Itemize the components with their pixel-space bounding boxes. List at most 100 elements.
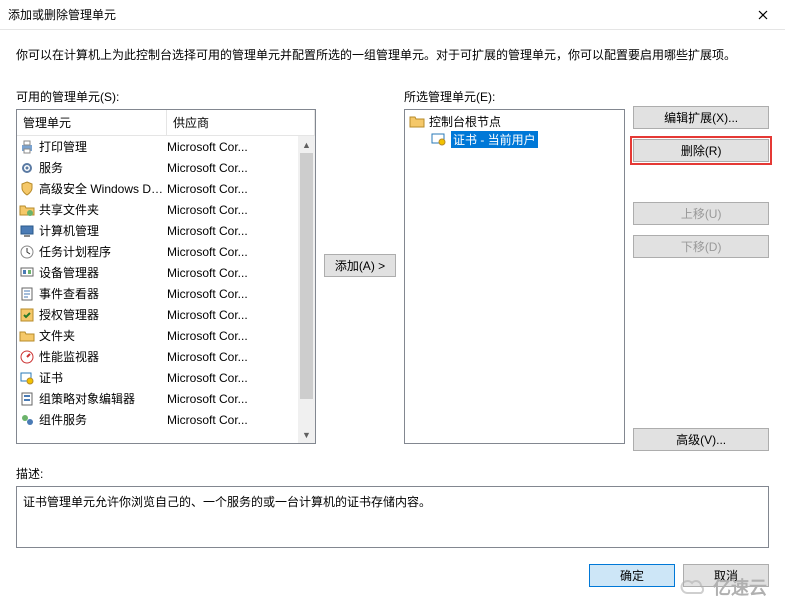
add-button-label: 添加(A) > [335,257,385,274]
advanced-label: 高级(V)... [676,431,726,448]
event-icon [19,286,35,302]
item-name: 任务计划程序 [39,243,167,260]
printer-icon [19,139,35,155]
scroll-up-icon[interactable]: ▲ [298,136,315,153]
item-vendor: Microsoft Cor... [167,308,296,322]
list-item[interactable]: 授权管理器Microsoft Cor... [17,304,298,325]
selected-label: 所选管理单元(E): [404,88,625,105]
list-item[interactable]: 组件服务Microsoft Cor... [17,409,298,430]
item-vendor: Microsoft Cor... [167,203,296,217]
edit-extensions-label: 编辑扩展(X)... [664,109,738,126]
comsvc-icon [19,412,35,428]
item-vendor: Microsoft Cor... [167,392,296,406]
list-item[interactable]: 计算机管理Microsoft Cor... [17,220,298,241]
window-title: 添加或删除管理单元 [8,6,740,23]
item-name: 授权管理器 [39,306,167,323]
tree-root[interactable]: 控制台根节点 [407,112,622,130]
scroll-down-icon[interactable]: ▼ [298,426,315,443]
item-name: 组件服务 [39,411,167,428]
list-item[interactable]: 设备管理器Microsoft Cor... [17,262,298,283]
item-vendor: Microsoft Cor... [167,350,296,364]
item-vendor: Microsoft Cor... [167,371,296,385]
item-name: 打印管理 [39,138,167,155]
list-item[interactable]: 性能监视器Microsoft Cor... [17,346,298,367]
move-up-button[interactable]: 上移(U) [633,202,769,225]
available-label: 可用的管理单元(S): [16,88,316,105]
available-list[interactable]: 管理单元 供应商 打印管理Microsoft Cor...服务Microsoft… [16,109,316,444]
cert-icon [431,131,447,147]
item-vendor: Microsoft Cor... [167,140,296,154]
description-label: 描述: [16,465,769,482]
list-item[interactable]: 事件查看器Microsoft Cor... [17,283,298,304]
clock-icon [19,244,35,260]
edit-extensions-button[interactable]: 编辑扩展(X)... [633,106,769,129]
scroll-track[interactable] [298,153,315,426]
move-down-label: 下移(D) [681,238,722,255]
list-body: 打印管理Microsoft Cor...服务Microsoft Cor...高级… [17,136,315,443]
dialog-footer: 确定 取消 [0,556,785,591]
description-box: 证书管理单元允许你浏览自己的、一个服务的或一台计算机的证书存储内容。 [16,486,769,548]
selected-snapins-group: 所选管理单元(E): 控制台根节点 证书 - 当前用户 [404,88,625,444]
close-button[interactable] [740,0,785,30]
item-name: 证书 [39,369,167,386]
device-icon [19,265,35,281]
item-vendor: Microsoft Cor... [167,182,296,196]
titlebar: 添加或删除管理单元 [0,0,785,30]
list-item[interactable]: 证书Microsoft Cor... [17,367,298,388]
remove-button[interactable]: 删除(R) [633,139,769,162]
cancel-label: 取消 [714,567,738,584]
item-name: 性能监视器 [39,348,167,365]
intro-text: 你可以在计算机上为此控制台选择可用的管理单元并配置所选的一组管理单元。对于可扩展… [16,46,769,64]
tree-item-cert[interactable]: 证书 - 当前用户 [407,130,622,148]
item-name: 高级安全 Windows De... [39,180,167,197]
computer-icon [19,223,35,239]
ok-button[interactable]: 确定 [589,564,675,587]
list-item[interactable]: 高级安全 Windows De...Microsoft Cor... [17,178,298,199]
folder-icon [19,328,35,344]
selected-tree[interactable]: 控制台根节点 证书 - 当前用户 [404,109,625,444]
perf-icon [19,349,35,365]
list-item[interactable]: 组策略对象编辑器Microsoft Cor... [17,388,298,409]
cancel-button[interactable]: 取消 [683,564,769,587]
ok-label: 确定 [620,567,644,584]
gear-icon [19,160,35,176]
item-vendor: Microsoft Cor... [167,413,296,427]
tree-item-label: 证书 - 当前用户 [451,131,538,148]
right-buttons: 编辑扩展(X)... 删除(R) 上移(U) 下移(D) 高级(V)... [633,88,769,451]
list-header: 管理单元 供应商 [17,110,315,136]
move-down-button[interactable]: 下移(D) [633,235,769,258]
advanced-button[interactable]: 高级(V)... [633,428,769,451]
list-item[interactable]: 服务Microsoft Cor... [17,157,298,178]
item-name: 文件夹 [39,327,167,344]
item-vendor: Microsoft Cor... [167,287,296,301]
available-snapins-group: 可用的管理单元(S): 管理单元 供应商 打印管理Microsoft Cor..… [16,88,316,444]
description-section: 描述: 证书管理单元允许你浏览自己的、一个服务的或一台计算机的证书存储内容。 [16,465,769,548]
tree-root-label: 控制台根节点 [429,113,501,130]
add-button[interactable]: 添加(A) > [324,254,396,277]
description-text: 证书管理单元允许你浏览自己的、一个服务的或一台计算机的证书存储内容。 [23,495,431,509]
item-vendor: Microsoft Cor... [167,161,296,175]
cert-icon [19,370,35,386]
scroll-thumb[interactable] [300,153,313,399]
item-vendor: Microsoft Cor... [167,224,296,238]
list-item[interactable]: 文件夹Microsoft Cor... [17,325,298,346]
move-up-label: 上移(U) [681,205,722,222]
item-name: 设备管理器 [39,264,167,281]
list-item[interactable]: 打印管理Microsoft Cor... [17,136,298,157]
columns-container: 可用的管理单元(S): 管理单元 供应商 打印管理Microsoft Cor..… [16,88,769,451]
item-vendor: Microsoft Cor... [167,329,296,343]
item-name: 服务 [39,159,167,176]
list-item[interactable]: 任务计划程序Microsoft Cor... [17,241,298,262]
dialog-content: 你可以在计算机上为此控制台选择可用的管理单元并配置所选的一组管理单元。对于可扩展… [0,30,785,556]
col-header-name[interactable]: 管理单元 [17,110,167,135]
item-name: 计算机管理 [39,222,167,239]
folder-sh-icon [19,202,35,218]
item-name: 事件查看器 [39,285,167,302]
col-header-vendor[interactable]: 供应商 [167,110,315,135]
remove-label: 删除(R) [681,142,722,159]
middle-column: 添加(A) > [324,88,396,443]
scrollbar[interactable]: ▲ ▼ [298,136,315,443]
auth-icon [19,307,35,323]
list-item[interactable]: 共享文件夹Microsoft Cor... [17,199,298,220]
gpo-icon [19,391,35,407]
